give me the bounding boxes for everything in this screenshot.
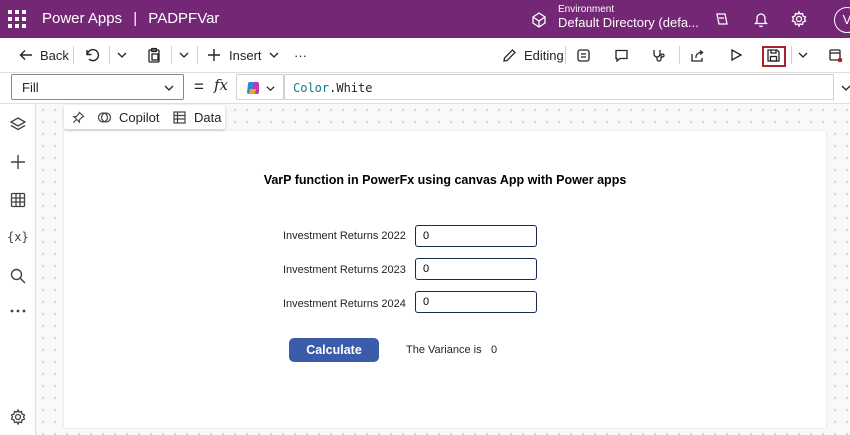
formula-object: Color: [293, 81, 330, 95]
copilot-label: Copilot: [119, 109, 160, 125]
plus-icon: [208, 49, 220, 61]
divider: [679, 46, 680, 64]
fx-icon[interactable]: fx: [214, 76, 228, 94]
environment-icon[interactable]: [530, 11, 548, 29]
divider: [791, 46, 792, 64]
environment-selector[interactable]: Default Directory (defa...: [558, 15, 699, 30]
calculate-button[interactable]: Calculate: [289, 338, 379, 362]
editing-mode-button[interactable]: Editing: [502, 38, 564, 72]
back-arrow-icon: [19, 50, 32, 60]
divider: [109, 46, 110, 64]
data-label: Data: [194, 109, 222, 125]
tree-view-layers-icon[interactable]: [9, 116, 27, 134]
divider: [197, 46, 198, 64]
settings-gear-icon[interactable]: [790, 10, 808, 28]
play-icon: [731, 48, 743, 62]
property-dropdown[interactable]: Fill: [11, 74, 184, 100]
insert-button[interactable]: Insert: [207, 38, 280, 72]
stethoscope-icon: [653, 49, 665, 62]
undo-button[interactable]: [84, 38, 100, 72]
formula-copilot-button[interactable]: [236, 74, 284, 100]
pin-icon: [72, 110, 85, 123]
canvas-data-button[interactable]: Data: [173, 105, 221, 129]
health-check-button[interactable]: [651, 38, 666, 72]
paste-dropdown-button[interactable]: [178, 38, 190, 72]
title-separator: |: [133, 10, 138, 27]
equals-sign: =: [194, 77, 204, 96]
share-icon: [691, 49, 704, 62]
divider: [171, 46, 172, 64]
variance-label[interactable]: The Variance is: [406, 344, 482, 356]
property-value: Fill: [22, 80, 39, 95]
screen-title-label[interactable]: VarP function in PowerFx using canvas Ap…: [64, 173, 826, 187]
investment-2022-label[interactable]: Investment Returns 2022: [283, 230, 406, 242]
back-button[interactable]: Back: [18, 38, 69, 72]
settings-gear-icon[interactable]: [9, 408, 27, 426]
app-header: Power Apps | PADPFVar Environment Defaul…: [0, 0, 850, 38]
canvas-floating-toolbar: Copilot Data: [64, 105, 225, 129]
copilot-icon: [97, 111, 112, 123]
environment-label: Environment: [558, 4, 615, 15]
editing-label: Editing: [524, 47, 564, 63]
undo-dropdown-button[interactable]: [116, 38, 128, 72]
comments-button[interactable]: [614, 38, 629, 72]
chevron-down-icon: [269, 52, 278, 58]
variance-value[interactable]: 0: [491, 344, 497, 356]
publish-icon: [829, 48, 843, 62]
formula-input[interactable]: Color.White: [284, 74, 834, 100]
clipboard-icon: [148, 47, 160, 63]
variables-icon[interactable]: {x}: [7, 230, 31, 248]
user-avatar[interactable]: V: [834, 7, 850, 33]
search-icon[interactable]: [9, 267, 27, 285]
pin-toolbar-button[interactable]: [72, 105, 85, 129]
table-icon: [173, 110, 186, 124]
chevron-down-icon: [798, 52, 808, 58]
investment-2022-input[interactable]: 0: [415, 225, 537, 247]
expand-formula-chevron-icon[interactable]: [840, 82, 850, 94]
chevron-down-icon: [179, 52, 189, 58]
copilot-logo-icon: [247, 82, 259, 94]
insert-plus-icon[interactable]: [9, 153, 27, 171]
app-checker-button[interactable]: [576, 38, 591, 72]
app-title: Power Apps | PADPFVar: [42, 10, 219, 27]
notifications-icon[interactable]: [752, 10, 770, 28]
data-table-icon[interactable]: [9, 191, 27, 209]
publish-button[interactable]: [828, 38, 843, 72]
command-bar: Back Insert ··· Editing: [0, 38, 850, 72]
more-commands-button[interactable]: ···: [294, 38, 307, 72]
chevron-down-icon: [266, 86, 275, 92]
left-rail: {x}: [0, 104, 36, 435]
back-label: Back: [40, 47, 69, 63]
pencil-icon: [503, 48, 516, 62]
product-name: Power Apps: [42, 10, 123, 27]
undo-icon: [86, 48, 100, 62]
paste-button[interactable]: [146, 38, 162, 72]
formula-bar: Fill = fx Color.White: [0, 72, 850, 104]
chevron-down-icon: [117, 52, 127, 58]
save-dropdown-button[interactable]: [797, 38, 809, 72]
share-button[interactable]: [690, 38, 705, 72]
more-options-icon[interactable]: [9, 302, 27, 320]
chevron-down-icon: [164, 85, 174, 91]
investment-2024-input[interactable]: 0: [415, 291, 537, 313]
formula-member: White: [336, 81, 373, 95]
preview-play-button[interactable]: [729, 38, 743, 72]
canvas-copilot-button[interactable]: Copilot: [97, 105, 159, 129]
app-launcher-icon[interactable]: [8, 10, 26, 28]
app-name: PADPFVar: [148, 10, 220, 27]
comment-icon: [615, 49, 628, 62]
divider: [73, 46, 74, 64]
checker-icon: [577, 48, 590, 62]
insert-label: Insert: [229, 47, 262, 63]
divider: [565, 46, 566, 64]
investment-2023-label[interactable]: Investment Returns 2023: [283, 264, 406, 276]
save-highlight-box: [762, 46, 786, 67]
investment-2023-input[interactable]: 0: [415, 258, 537, 280]
investment-2024-label[interactable]: Investment Returns 2024: [283, 298, 406, 310]
copilot-header-icon[interactable]: [713, 10, 731, 28]
app-screen[interactable]: VarP function in PowerFx using canvas Ap…: [64, 131, 826, 428]
